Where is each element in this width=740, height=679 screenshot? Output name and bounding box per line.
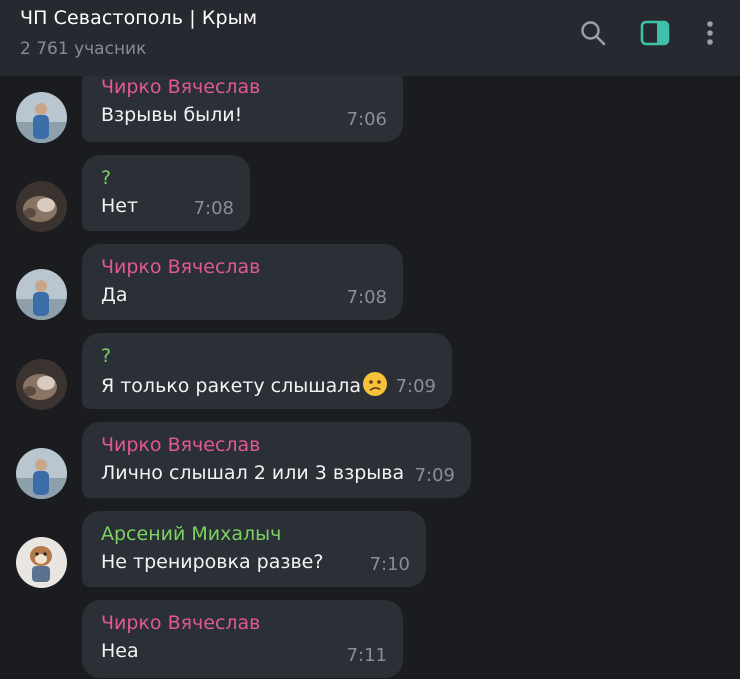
message-text: Я только ракету слышала	[101, 375, 362, 397]
message-time: 7:09	[395, 376, 436, 397]
message-list[interactable]: Чирко Вячеслав Взрывы были! 7:06 ? Нет 7…	[0, 76, 740, 679]
member-count: 2 761 учасник	[20, 39, 147, 59]
message-bubble[interactable]: Арсений Михалыч Не тренировка разве? 7:1…	[82, 511, 426, 587]
message-text: Неа	[101, 640, 139, 662]
sender-name[interactable]: ?	[101, 343, 435, 369]
message-text-row: Я только ракету слышала	[101, 371, 435, 404]
sender-name[interactable]: ?	[101, 165, 233, 191]
avatar[interactable]	[16, 448, 67, 499]
chat-header[interactable]: ЧП Севастополь | Крым 2 761 учасник	[0, 0, 740, 76]
message-bubble[interactable]: Чирко Вячеслав Да 7:08	[82, 244, 403, 320]
chat-title[interactable]: ЧП Севастополь | Крым	[20, 7, 257, 29]
message-time: 7:08	[346, 287, 387, 308]
sender-name[interactable]: Чирко Вячеслав	[101, 432, 454, 458]
message-text: Взрывы были!	[101, 104, 243, 126]
sender-name[interactable]: Чирко Вячеслав	[101, 76, 386, 100]
message-time: 7:08	[193, 198, 234, 219]
search-button[interactable]	[576, 16, 610, 50]
message-bubble[interactable]: Чирко Вячеслав Лично слышал 2 или 3 взры…	[82, 422, 471, 498]
sender-name[interactable]: Арсений Михалыч	[101, 521, 409, 547]
message-text: Лично слышал 2 или 3 взрыва	[101, 462, 405, 484]
message-time: 7:09	[414, 465, 455, 486]
message-bubble[interactable]: Чирко Вячеслав Взрывы были! 7:06	[82, 76, 403, 142]
avatar[interactable]	[16, 269, 67, 320]
sender-name[interactable]: Чирко Вячеслав	[101, 254, 386, 280]
avatar[interactable]	[16, 537, 67, 588]
message-time: 7:10	[369, 554, 410, 575]
more-menu-button[interactable]	[693, 16, 727, 50]
avatar[interactable]	[16, 181, 67, 232]
search-icon	[581, 21, 606, 46]
sidebar-toggle-icon	[640, 20, 670, 46]
sender-name[interactable]: Чирко Вячеслав	[101, 610, 386, 636]
toggle-sidebar-button[interactable]	[638, 16, 672, 50]
more-vertical-icon	[707, 21, 713, 45]
avatar[interactable]	[16, 92, 67, 143]
message-time: 7:11	[346, 645, 387, 666]
confused-face-emoji	[362, 371, 388, 404]
avatar[interactable]	[16, 359, 67, 410]
message-text: Не тренировка разве?	[101, 551, 324, 573]
message-bubble[interactable]: ? Я только ракету слышала 7:09	[82, 333, 452, 409]
message-bubble[interactable]: Чирко Вячеслав Неа 7:11	[82, 600, 403, 678]
message-bubble[interactable]: ? Нет 7:08	[82, 155, 250, 231]
message-time: 7:06	[346, 109, 387, 130]
message-text: Да	[101, 284, 128, 306]
